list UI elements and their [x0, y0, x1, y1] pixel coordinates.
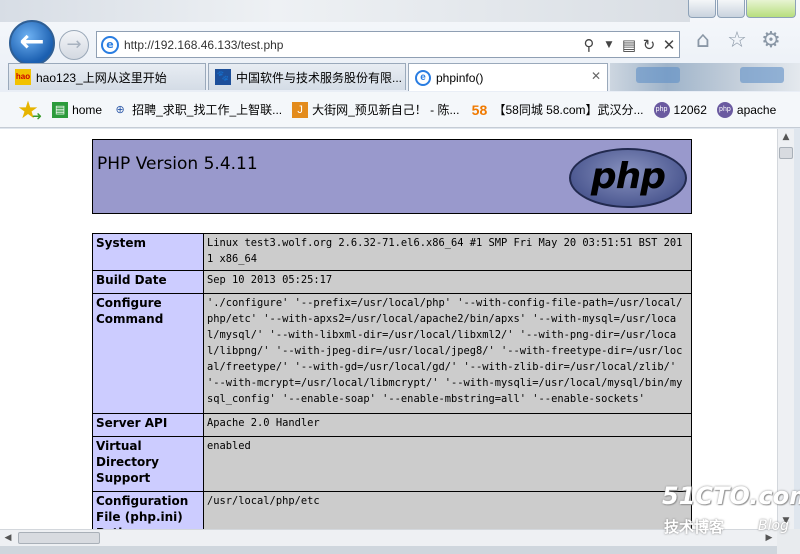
home-icon[interactable]: ⌂: [690, 28, 716, 54]
row-value: Linux test3.wolf.org 2.6.32-71.el6.x86_6…: [203, 233, 692, 271]
hao123-icon: hao: [15, 69, 31, 85]
row-key: Configure Command: [92, 293, 204, 414]
forward-button[interactable]: →: [59, 30, 89, 60]
php-icon: php: [716, 101, 733, 118]
scroll-up-icon[interactable]: ▲: [778, 129, 794, 145]
dropdown-icon[interactable]: ▼: [599, 40, 619, 50]
address-bar[interactable]: e http://192.168.46.133/test.php ⚲ ▼ ▤ ↻…: [96, 31, 680, 58]
table-row: System Linux test3.wolf.org 2.6.32-71.el…: [92, 233, 692, 271]
tab-hao123[interactable]: hao hao123_上网从这里开始: [8, 63, 206, 90]
blurred-tab-area: [610, 63, 800, 91]
table-row: Server API Apache 2.0 Handler: [92, 413, 692, 437]
watermark-blog: Blog: [758, 518, 789, 534]
php-icon: php: [653, 101, 670, 118]
58-icon: 58: [471, 101, 488, 118]
watermark: 51CTO.com 技术博客 Blog: [662, 482, 800, 542]
favorite-label: 12062: [673, 102, 707, 117]
table-row: Configure Command './configure' '--prefi…: [92, 293, 692, 414]
back-button[interactable]: ←: [9, 20, 55, 66]
favorite-12062[interactable]: php 12062: [653, 101, 707, 118]
favorite-zhaopin[interactable]: ⊕ 招聘_求职_找工作_上智联...: [112, 101, 282, 118]
favorite-58[interactable]: 58 【58同城 58.com】武汉分...: [469, 101, 644, 118]
favorite-label: home: [72, 102, 103, 117]
row-key: System: [92, 233, 204, 271]
close-window-button[interactable]: [746, 0, 796, 18]
favorite-dajie[interactable]: J 大街网_预见新自己！ - 陈...: [292, 101, 459, 118]
horizontal-scrollbar[interactable]: ◀ ▶: [0, 529, 777, 546]
php-info-table: System Linux test3.wolf.org 2.6.32-71.el…: [92, 233, 692, 529]
php-logo-text: php: [590, 156, 666, 197]
table-row: Virtual Directory Support enabled: [92, 436, 692, 492]
php-version-title: PHP Version 5.4.11: [97, 154, 258, 174]
row-value: Sep 10 2013 05:25:17: [203, 270, 692, 294]
paw-icon: 🐾: [215, 69, 231, 85]
favorite-apache[interactable]: php apache: [716, 101, 777, 118]
favorite-label: apache: [736, 102, 777, 117]
favorite-label: 大街网_预见新自己！ - 陈...: [312, 103, 460, 117]
favorites-bar: ★ ➜ ▤ home ⊕ 招聘_求职_找工作_上智联... J 大街网_预见新自…: [0, 92, 800, 128]
forward-arrow-icon: →: [66, 34, 82, 55]
tab-label: phpinfo(): [436, 70, 484, 85]
row-key: Server API: [92, 413, 204, 437]
row-value: Apache 2.0 Handler: [203, 413, 692, 437]
favorite-label: 【58同城 58.com】武汉分...: [493, 103, 644, 117]
watermark-logo-text: 51CTO.com: [662, 482, 800, 510]
favorites-star-icon[interactable]: ☆: [724, 28, 750, 54]
title-bar: [0, 0, 690, 22]
compatibility-view-icon[interactable]: ▤: [619, 36, 639, 54]
tab-phpinfo[interactable]: e phpinfo() ✕: [408, 63, 608, 91]
add-favorite-arrow-icon: ➜: [32, 108, 43, 123]
watermark-subtitle: 技术博客: [664, 518, 725, 536]
address-input[interactable]: http://192.168.46.133/test.php: [124, 38, 579, 52]
ie-icon: e: [415, 69, 431, 86]
stop-icon[interactable]: ✕: [659, 36, 679, 54]
vertical-scrollbar[interactable]: ▲ ▼: [777, 129, 794, 529]
ie-page-icon: e: [101, 35, 119, 54]
search-icon[interactable]: ⚲: [579, 36, 599, 54]
tab-close-icon[interactable]: ✕: [591, 69, 601, 83]
row-value: './configure' '--prefix=/usr/local/php' …: [203, 293, 692, 414]
refresh-icon[interactable]: ↻: [639, 36, 659, 54]
globe-icon: ⊕: [115, 103, 125, 116]
row-key: Virtual Directory Support: [92, 436, 204, 492]
gear-icon[interactable]: ⚙: [758, 28, 784, 54]
blurred-button: [740, 67, 784, 83]
favorite-label: 招聘_求职_找工作_上智联...: [132, 103, 283, 117]
scroll-left-icon[interactable]: ◀: [0, 530, 16, 546]
table-row: Configuration File (php.ini) Path /usr/l…: [92, 491, 692, 529]
tab-label: hao123_上网从这里开始: [36, 70, 167, 85]
green-page-icon: ▤: [52, 101, 69, 118]
blurred-button: [636, 67, 680, 83]
tab-label: 中国软件与技术服务股份有限...: [236, 70, 403, 85]
back-arrow-icon: ←: [19, 24, 45, 59]
status-strip: [0, 546, 777, 554]
horizontal-scroll-thumb[interactable]: [18, 532, 100, 544]
row-key: Build Date: [92, 270, 204, 294]
php-version-header: PHP Version 5.4.11 php: [92, 139, 692, 214]
row-value: /usr/local/php/etc: [203, 491, 692, 529]
favorite-home[interactable]: ▤ home: [52, 101, 103, 118]
php-logo: php: [569, 148, 687, 208]
dajie-icon: J: [292, 101, 309, 118]
vertical-scroll-thumb[interactable]: [779, 147, 793, 159]
tab-chinasoft[interactable]: 🐾 中国软件与技术服务股份有限...: [208, 63, 406, 90]
minimize-button[interactable]: [688, 0, 716, 18]
table-row: Build Date Sep 10 2013 05:25:17: [92, 270, 692, 294]
row-key: Configuration File (php.ini) Path: [92, 491, 204, 529]
page-viewport: PHP Version 5.4.11 php System Linux test…: [0, 129, 777, 529]
row-value: enabled: [203, 436, 692, 492]
command-icons: ⌂ ☆ ⚙: [690, 28, 784, 54]
window-controls: [688, 0, 796, 20]
maximize-button[interactable]: [717, 0, 745, 18]
browser-chrome: ← → e http://192.168.46.133/test.php ⚲ ▼…: [0, 0, 800, 128]
